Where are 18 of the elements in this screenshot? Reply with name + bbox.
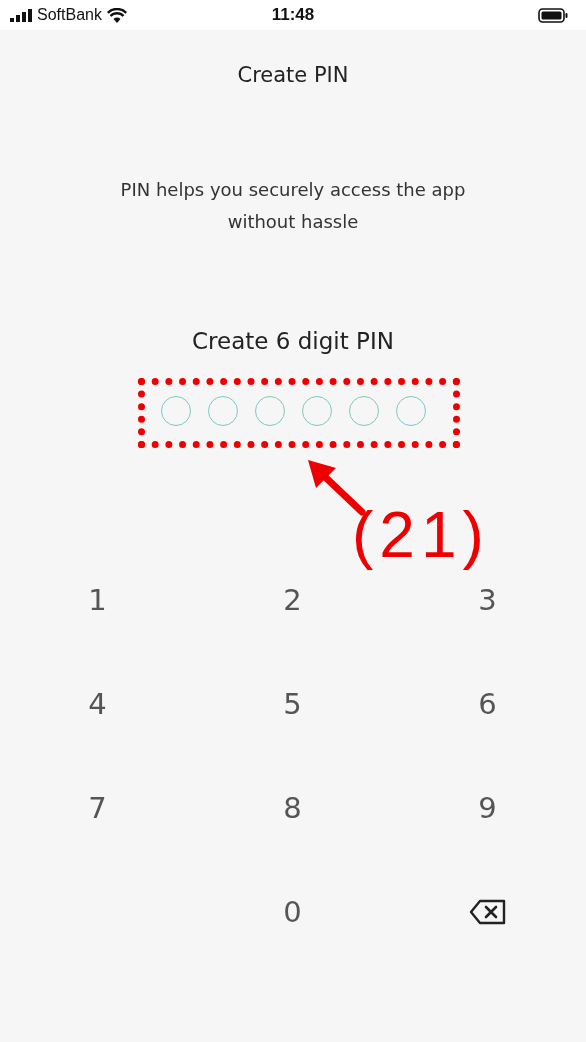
digit-key[interactable]: 5 bbox=[195, 652, 390, 756]
digit-key[interactable]: 7 bbox=[0, 756, 195, 860]
digit-key[interactable]: 9 bbox=[390, 756, 585, 860]
pin-heading: Create 6 digit PIN bbox=[192, 327, 394, 356]
digit-key[interactable]: 8 bbox=[195, 756, 390, 860]
carrier-name: SoftBank bbox=[37, 6, 102, 24]
subtitle-text: PIN helps you securely access the app without hassle bbox=[119, 178, 467, 234]
battery-icon bbox=[538, 7, 568, 23]
backspace-icon bbox=[468, 899, 507, 925]
wifi-icon bbox=[106, 7, 127, 23]
digit-key[interactable]: 1 bbox=[0, 548, 195, 652]
status-time: 11:48 bbox=[270, 5, 316, 25]
annotation-number: (21) bbox=[352, 498, 490, 572]
signal-icon bbox=[10, 8, 32, 22]
digit-key[interactable]: 6 bbox=[390, 652, 585, 756]
digit-key[interactable]: 4 bbox=[0, 652, 195, 756]
screen-title: Create PIN bbox=[237, 62, 349, 89]
digit-key[interactable]: 0 bbox=[195, 860, 390, 964]
